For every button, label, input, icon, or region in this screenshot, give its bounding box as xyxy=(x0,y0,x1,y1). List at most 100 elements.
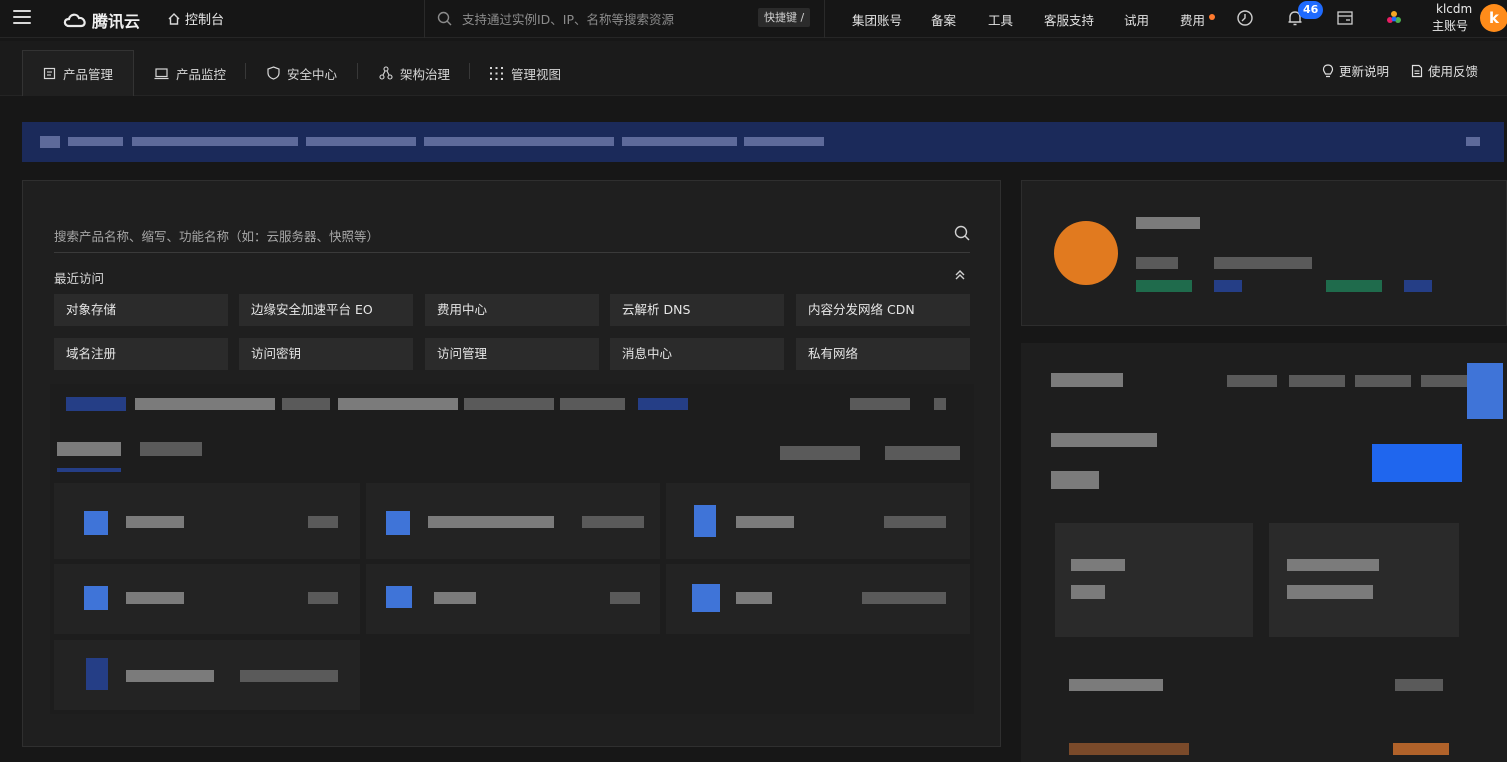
blurred-text xyxy=(1136,257,1178,269)
resource-cell[interactable] xyxy=(54,564,360,634)
notification-badge: 46 xyxy=(1298,1,1324,19)
blurred-text xyxy=(132,137,298,146)
recent-item[interactable]: 访问管理 xyxy=(425,338,599,370)
billing-dot xyxy=(1209,14,1215,20)
floating-widget[interactable] xyxy=(1467,363,1503,419)
nav-group-account[interactable]: 集团账号 xyxy=(852,10,902,29)
recent-item[interactable]: 费用中心 xyxy=(425,294,599,326)
blurred-text xyxy=(126,516,184,528)
resource-cell[interactable] xyxy=(54,483,360,559)
close-icon[interactable] xyxy=(1466,137,1480,146)
menu-icon[interactable] xyxy=(13,10,31,24)
tab-divider xyxy=(469,63,470,79)
recent-item[interactable]: 私有网络 xyxy=(796,338,970,370)
document-icon xyxy=(43,67,56,80)
console-link[interactable]: 控制台 xyxy=(167,9,224,28)
home-icon xyxy=(168,12,180,25)
stat-tile[interactable] xyxy=(1269,523,1459,637)
blurred-text xyxy=(1289,375,1345,387)
brand-logo[interactable]: 腾讯云 xyxy=(62,8,140,32)
tab-security-center[interactable]: 安全中心 xyxy=(267,50,337,96)
blurred-text xyxy=(736,516,794,528)
search-icon xyxy=(437,11,452,26)
blurred-text xyxy=(126,592,184,604)
blurred-text xyxy=(582,516,644,528)
resource-icon xyxy=(386,511,410,535)
user-name[interactable]: klcdm xyxy=(1436,2,1472,16)
blurred-text xyxy=(736,592,772,604)
resource-cell[interactable] xyxy=(54,640,360,710)
top-bar: 腾讯云 控制台 支持通过实例ID、IP、名称等搜索资源 快捷键 / 集团账号 备… xyxy=(0,0,1507,38)
resource-cell[interactable] xyxy=(366,564,660,634)
recent-item[interactable]: 对象存储 xyxy=(54,294,228,326)
nav-support[interactable]: 客服支持 xyxy=(1044,10,1094,29)
release-notes-label: 更新说明 xyxy=(1339,64,1390,79)
recent-item[interactable]: 域名注册 xyxy=(54,338,228,370)
feedback-icon xyxy=(1411,64,1423,77)
architecture-icon xyxy=(379,66,393,80)
tab-architecture[interactable]: 架构治理 xyxy=(379,50,450,96)
monitor-icon xyxy=(154,67,169,79)
avatar[interactable]: k xyxy=(1480,4,1507,32)
announcement-bar[interactable] xyxy=(22,122,1504,162)
blurred-text xyxy=(464,398,554,410)
blurred-text xyxy=(68,137,123,146)
blurred-tag xyxy=(66,397,126,411)
status-badge xyxy=(1326,280,1382,292)
blurred-resource-section xyxy=(50,384,974,714)
blurred-text xyxy=(862,592,946,604)
blurred-text xyxy=(1227,375,1277,387)
global-search-placeholder: 支持通过实例ID、IP、名称等搜索资源 xyxy=(462,12,675,27)
release-notes-link[interactable]: 更新说明 xyxy=(1322,61,1389,80)
stat-tile[interactable] xyxy=(1055,523,1253,637)
recent-item[interactable]: 边缘安全加速平台 EO xyxy=(239,294,413,326)
blurred-text xyxy=(240,670,338,682)
cloud-logo-icon xyxy=(63,13,86,28)
blurred-value xyxy=(1287,585,1373,599)
tab-divider xyxy=(357,63,358,79)
tab-product-monitor[interactable]: 产品监控 xyxy=(154,50,226,96)
tab-label: 产品监控 xyxy=(176,66,227,82)
resource-cell[interactable] xyxy=(666,564,970,634)
recent-item[interactable]: 访问密钥 xyxy=(239,338,413,370)
recent-item[interactable]: 消息中心 xyxy=(610,338,784,370)
blurred-text xyxy=(1136,217,1200,229)
shortcut-key-hint[interactable]: 快捷键 / xyxy=(758,8,811,27)
nav-billing[interactable]: 费用 xyxy=(1180,10,1205,29)
nav-tools[interactable]: 工具 xyxy=(988,10,1013,29)
product-search-input[interactable] xyxy=(54,223,934,249)
blurred-text xyxy=(126,670,214,682)
card-icon[interactable] xyxy=(1336,9,1354,27)
tab-management-view[interactable]: 管理视图 xyxy=(489,50,561,96)
account-avatar[interactable] xyxy=(1054,221,1118,285)
feedback-link[interactable]: 使用反馈 xyxy=(1411,61,1478,80)
recent-item[interactable]: 内容分发网络 CDN xyxy=(796,294,970,326)
recent-item[interactable]: 云解析 DNS xyxy=(610,294,784,326)
nav-trial[interactable]: 试用 xyxy=(1124,10,1149,29)
blurred-text xyxy=(744,137,824,146)
feedback-label: 使用反馈 xyxy=(1428,64,1479,79)
divider xyxy=(424,0,425,38)
chevron-up-double-icon[interactable] xyxy=(954,269,966,281)
blurred-tab[interactable] xyxy=(57,442,121,456)
console-label: 控制台 xyxy=(185,13,225,28)
resource-cell[interactable] xyxy=(366,483,660,559)
blurred-text xyxy=(560,398,625,410)
global-search[interactable]: 支持通过实例ID、IP、名称等搜索资源 xyxy=(437,9,674,28)
blurred-button[interactable] xyxy=(780,446,860,460)
blurred-tab[interactable] xyxy=(140,442,202,456)
colorful-app-icon[interactable] xyxy=(1385,9,1403,27)
product-search[interactable] xyxy=(54,223,970,253)
tab-product-management[interactable]: 产品管理 xyxy=(22,50,135,96)
resource-cell[interactable] xyxy=(666,483,970,559)
blurred-text xyxy=(1214,257,1312,269)
user-role[interactable]: 主账号 xyxy=(1432,17,1468,34)
search-icon[interactable] xyxy=(954,225,970,241)
blurred-button[interactable] xyxy=(885,446,960,460)
clock-icon[interactable] xyxy=(1236,9,1254,27)
resource-icon xyxy=(692,584,720,612)
blurred-text xyxy=(434,592,476,604)
nav-filing[interactable]: 备案 xyxy=(931,10,956,29)
primary-action-button[interactable] xyxy=(1372,444,1462,482)
status-badge xyxy=(1404,280,1432,292)
